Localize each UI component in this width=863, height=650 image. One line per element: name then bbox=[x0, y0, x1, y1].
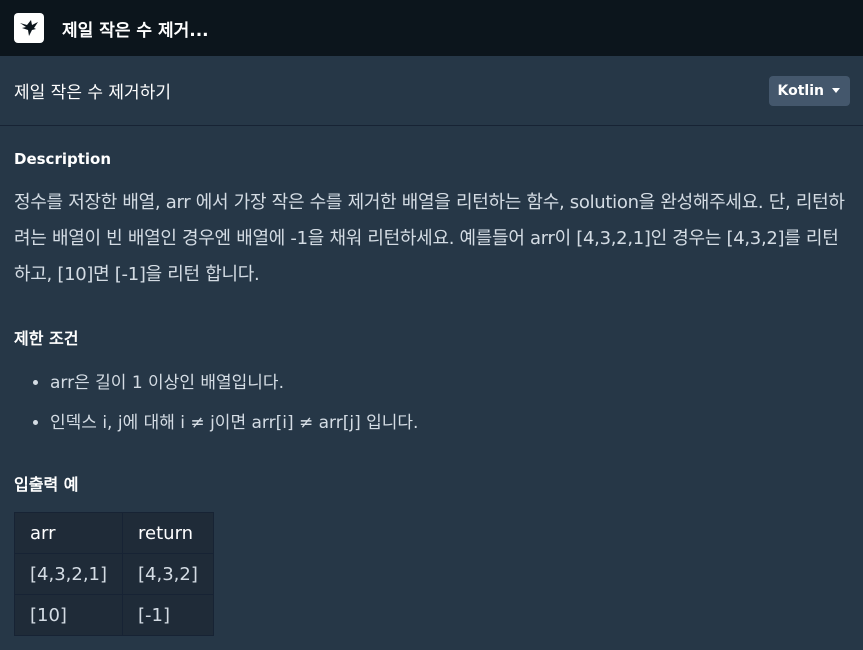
tab-title: 제일 작은 수 제거... bbox=[62, 20, 209, 41]
top-bar: 제일 작은 수 제거... bbox=[0, 0, 863, 56]
column-header-return: return bbox=[122, 512, 214, 554]
constraints-list: arr은 길이 1 이상인 배열입니다. 인덱스 i, j에 대해 i ≠ j이… bbox=[14, 363, 849, 443]
table-row: [10] [-1] bbox=[13, 594, 214, 636]
caret-down-icon bbox=[832, 88, 840, 93]
list-item: arr은 길이 1 이상인 배열입니다. bbox=[50, 363, 849, 403]
list-item: 인덱스 i, j에 대해 i ≠ j이면 arr[i] ≠ arr[j] 입니다… bbox=[50, 403, 849, 443]
column-header-arr: arr bbox=[13, 512, 124, 554]
constraints-heading: 제한 조건 bbox=[14, 329, 79, 348]
examples-heading: 입출력 예 bbox=[14, 475, 79, 494]
problem-content: Description 정수를 저장한 배열, arr 에서 가장 작은 수를 … bbox=[0, 150, 863, 636]
table-row: [4,3,2,1] [4,3,2] bbox=[13, 553, 214, 595]
description-text: 정수를 저장한 배열, arr 에서 가장 작은 수를 제거한 배열을 리턴하는… bbox=[14, 192, 845, 285]
logo[interactable] bbox=[14, 13, 44, 43]
table-cell: [-1] bbox=[122, 594, 214, 636]
examples-table: arr return [4,3,2,1] [4,3,2] [10] [-1] bbox=[13, 512, 214, 636]
language-select[interactable]: Kotlin bbox=[768, 75, 850, 106]
problem-header: 제일 작은 수 제거하기 Kotlin bbox=[0, 56, 863, 126]
table-cell: [4,3,2] bbox=[122, 553, 214, 595]
language-select-value: Kotlin bbox=[777, 82, 824, 99]
description-heading: Description bbox=[14, 150, 112, 168]
table-cell: [4,3,2,1] bbox=[13, 553, 124, 595]
table-header-row: arr return bbox=[13, 512, 214, 554]
table-cell: [10] bbox=[13, 594, 124, 636]
bird-logo-icon bbox=[20, 20, 38, 36]
page-title: 제일 작은 수 제거하기 bbox=[14, 83, 171, 103]
